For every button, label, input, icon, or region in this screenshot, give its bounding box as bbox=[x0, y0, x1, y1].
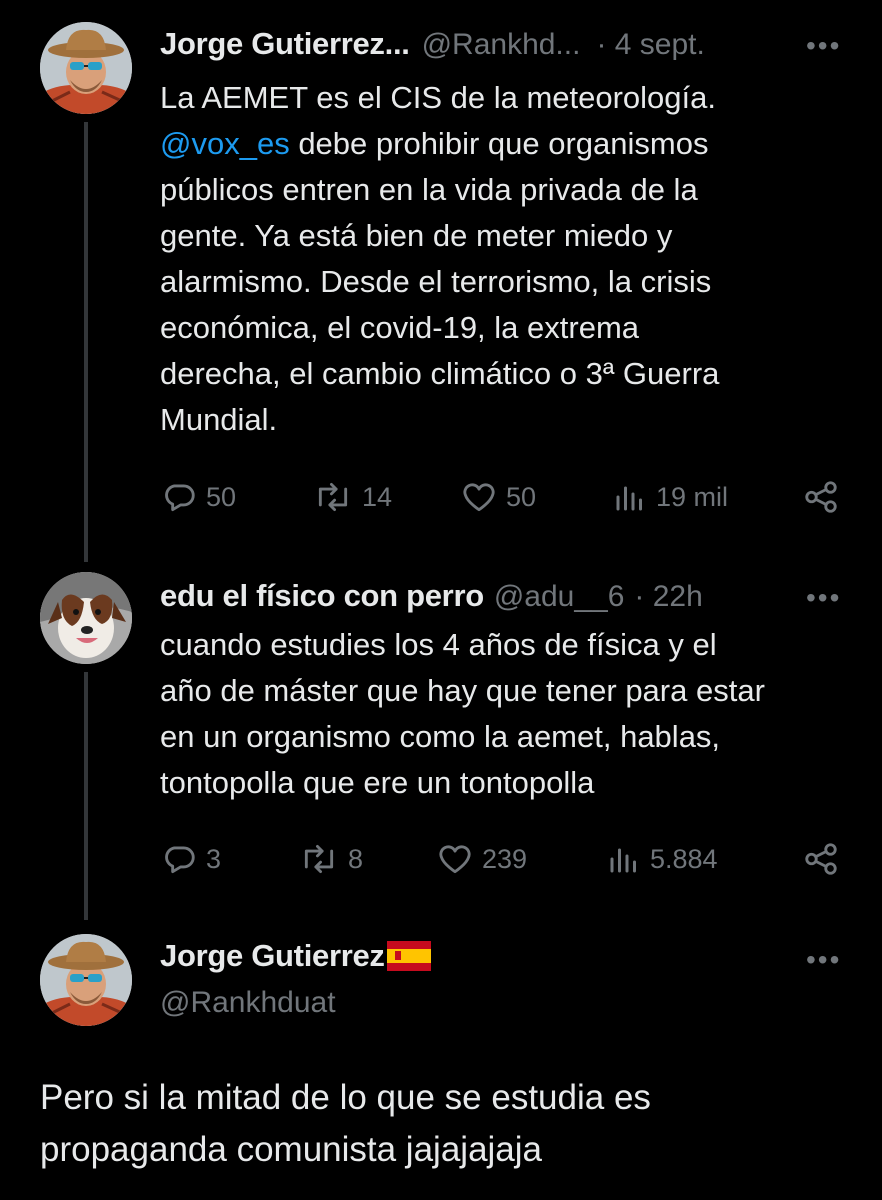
reply-count: 50 bbox=[206, 481, 237, 512]
tweet-1-header: Jorge Gutierrez... @Rankhd... · 4 sept. bbox=[160, 26, 705, 62]
retweet-count: 8 bbox=[348, 843, 364, 874]
more-icon[interactable]: ••• bbox=[806, 944, 841, 976]
more-icon[interactable]: ••• bbox=[806, 30, 841, 62]
reply-icon bbox=[165, 484, 195, 512]
text-line: gente. Ya está bien de meter miedo y bbox=[160, 218, 673, 253]
share-button[interactable] bbox=[802, 478, 840, 516]
text-line: derecha, el cambio climático o 3ª Guerra bbox=[160, 356, 720, 391]
author-name[interactable]: Jorge Gutierrez bbox=[160, 938, 385, 974]
author-handle[interactable]: @Rankhd... bbox=[422, 28, 581, 62]
like-count: 50 bbox=[506, 481, 537, 512]
timestamp[interactable]: · 22h bbox=[634, 580, 702, 614]
avatar[interactable] bbox=[40, 22, 132, 114]
retweet-icon bbox=[318, 482, 348, 512]
heart-icon bbox=[463, 483, 495, 512]
avatar[interactable] bbox=[40, 934, 132, 1026]
retweet-button[interactable]: 14 bbox=[312, 478, 392, 516]
reply-icon bbox=[165, 846, 195, 874]
heart-icon bbox=[439, 845, 471, 874]
text-line: en un organismo como la aemet, hablas, bbox=[160, 719, 721, 754]
author-name[interactable]: edu el físico con perro bbox=[160, 578, 484, 614]
tweet-3-text: Pero si la mitad de lo que se estudia es… bbox=[40, 1072, 860, 1176]
views-count: 5.884 bbox=[650, 843, 718, 874]
author-handle[interactable]: @Rankhduat bbox=[160, 986, 336, 1020]
text-segment: debe prohibir que organismos bbox=[289, 126, 709, 161]
text-line: alarmismo. Desde el terrorismo, la crisi… bbox=[160, 264, 712, 299]
text-line: económica, el covid-19, la extrema bbox=[160, 310, 640, 345]
share-button[interactable] bbox=[802, 840, 840, 878]
views-button[interactable]: 19 mil bbox=[612, 478, 728, 516]
text-line: cuando estudies los 4 años de física y e… bbox=[160, 627, 717, 662]
text-line: La AEMET es el CIS de la meteorología. bbox=[160, 80, 717, 115]
avatar[interactable] bbox=[40, 572, 132, 664]
avatar-dog-image bbox=[40, 572, 132, 664]
avatar-cowboy-image bbox=[40, 934, 132, 1026]
mention-link[interactable]: @vox_es bbox=[160, 126, 290, 161]
retweet-icon bbox=[304, 844, 334, 874]
views-icon bbox=[616, 486, 642, 511]
tweet-1-text: La AEMET es el CIS de la meteorología. @… bbox=[160, 75, 840, 443]
text-line: propaganda comunista jajajajaja bbox=[40, 1130, 543, 1169]
like-button[interactable]: 50 bbox=[460, 478, 536, 516]
like-button[interactable]: 239 bbox=[436, 840, 527, 878]
like-count: 239 bbox=[482, 843, 528, 874]
text-line: Mundial. bbox=[160, 402, 278, 437]
text-line: año de máster que hay que tener para est… bbox=[160, 673, 765, 708]
timestamp[interactable]: · 4 sept. bbox=[596, 28, 704, 62]
tweet-2-header: edu el físico con perro @adu__6 · 22h bbox=[160, 578, 703, 614]
thread-line bbox=[84, 672, 88, 920]
views-button[interactable]: 5.884 bbox=[606, 840, 718, 878]
text-line: @vox_es debe prohibir que organismos bbox=[160, 121, 840, 167]
author-handle[interactable]: @adu__6 bbox=[494, 580, 625, 614]
views-count: 19 mil bbox=[656, 481, 729, 512]
retweet-button[interactable]: 8 bbox=[298, 840, 363, 878]
reply-button[interactable]: 3 bbox=[160, 840, 221, 878]
retweet-count: 14 bbox=[362, 481, 393, 512]
tweet-2-text: cuando estudies los 4 años de física y e… bbox=[160, 622, 850, 806]
share-icon bbox=[805, 481, 837, 513]
reply-count: 3 bbox=[206, 843, 222, 874]
avatar-cowboy-image bbox=[40, 22, 132, 114]
author-name[interactable]: Jorge Gutierrez... bbox=[160, 26, 410, 62]
text-line: Pero si la mitad de lo que se estudia es bbox=[40, 1078, 651, 1117]
reply-button[interactable]: 50 bbox=[160, 478, 236, 516]
more-icon[interactable]: ••• bbox=[806, 582, 841, 614]
text-line: públicos entren en la vida privada de la bbox=[160, 172, 698, 207]
share-icon bbox=[805, 843, 837, 875]
thread-line bbox=[84, 122, 88, 562]
tweet-3-header: Jorge Gutierrez bbox=[160, 938, 431, 974]
text-line: tontopolla que ere un tontopolla bbox=[160, 765, 595, 800]
spain-flag-icon bbox=[386, 941, 431, 971]
views-icon bbox=[610, 848, 636, 873]
